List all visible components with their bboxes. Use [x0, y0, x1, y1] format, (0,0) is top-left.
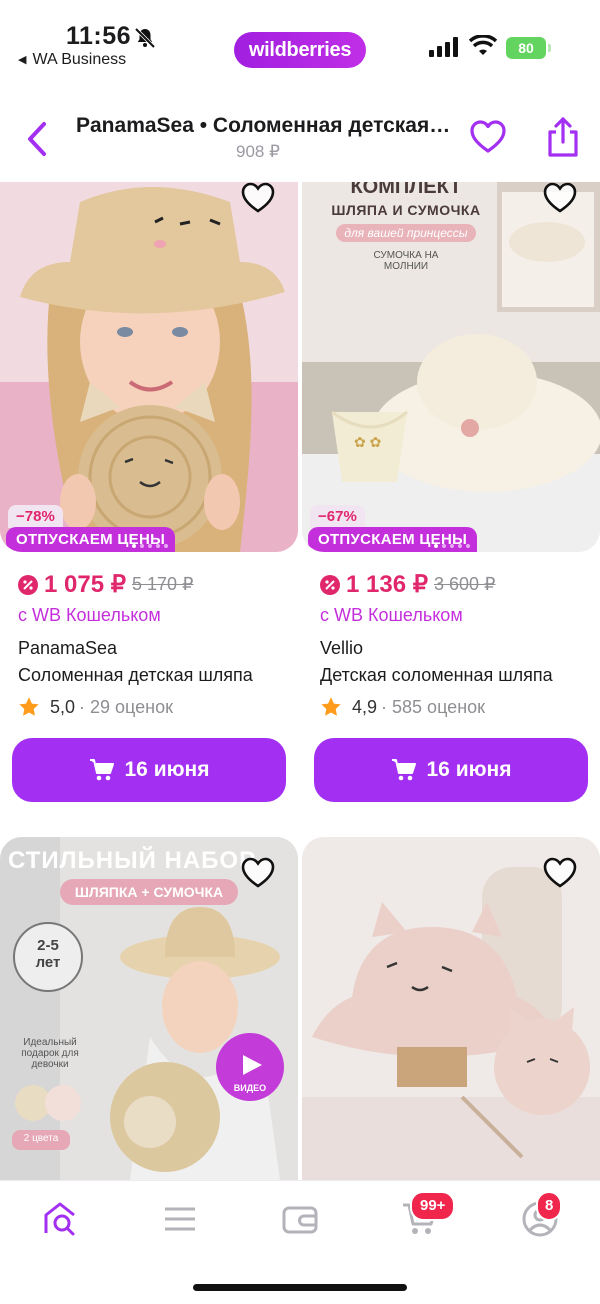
battery-indicator: 80 [506, 37, 551, 59]
delivery-date: 16 июня [124, 758, 210, 781]
product-photo[interactable]: ✿ ✿ КОМПЛЕКТ ШЛЯПА И СУМОЧКА для вашей п… [302, 182, 600, 552]
product-photo[interactable]: СТИЛЬНЫЙ НАБОР ШЛЯПКА + СУМОЧКА 2-5 лет … [0, 837, 298, 1180]
price-row: 1 075 ₽ 5 170 ₽ [18, 570, 298, 599]
photo-text-line1: ШЛЯПА И СУМОЧКА [331, 202, 481, 218]
star-icon [321, 697, 341, 716]
age-badge: 2-5 лет [14, 937, 82, 971]
rating-row: 5,0 · 29 оценок [18, 696, 298, 718]
svg-text:✿ ✿: ✿ ✿ [354, 434, 381, 450]
rating-row: 4,9 · 585 оценок [320, 696, 600, 718]
rating-value: 4,9 [352, 696, 378, 717]
product-card[interactable] [302, 837, 600, 1180]
status-time: 11:56 [66, 22, 132, 50]
cart-badge: 99+ [410, 1191, 456, 1221]
age-unit: лет [35, 954, 61, 971]
product-photo[interactable] [302, 837, 600, 1180]
photo-text-line2: для вашей принцессы [336, 224, 476, 242]
photo-text-tag: СУМОЧКА НА МОЛНИИ [373, 250, 439, 272]
old-price: 5 170 ₽ [132, 574, 194, 594]
status-bar: 11:56 ◀ WA Business wildberries 80 [0, 0, 600, 96]
heart-icon[interactable] [542, 855, 578, 891]
product-brand: Vellio [320, 638, 364, 658]
bell-muted-icon [134, 27, 156, 49]
price-row: 1 136 ₽ 3 600 ₽ [320, 570, 600, 599]
old-price: 3 600 ₽ [434, 574, 496, 594]
product-grid: −78% ОТПУСКАЕМ ЦЕНЫ 1 075 ₽ 5 170 ₽ с WB… [0, 182, 600, 1180]
heart-icon[interactable] [240, 855, 276, 891]
video-label: ВИДЕО [233, 1083, 267, 1093]
product-photo[interactable]: −78% ОТПУСКАЕМ ЦЕНЫ [0, 182, 298, 552]
menu-icon[interactable] [160, 1199, 200, 1239]
promo-badge: ОТПУСКАЕМ ЦЕНЫ [308, 527, 478, 552]
header-price: 908 ₽ [236, 142, 280, 161]
gift-note: Идеальный подарок для девочки [21, 1037, 79, 1070]
wildberries-logo: wildberries [234, 32, 366, 68]
share-icon[interactable] [544, 116, 582, 158]
product-name: Соломенная детская шляпа [18, 665, 253, 685]
wb-wallet-discount-icon [18, 574, 38, 595]
signal-icon [429, 37, 458, 57]
photo-text-top: КОМПЛЕКТ [350, 182, 462, 198]
cart-icon [391, 759, 416, 781]
product-card[interactable]: СТИЛЬНЫЙ НАБОР ШЛЯПКА + СУМОЧКА 2-5 лет … [0, 837, 298, 1180]
wb-wallet-discount-icon [320, 574, 340, 595]
wallet-icon[interactable] [280, 1199, 320, 1239]
back-to-app-link[interactable]: ◀ WA Business [18, 51, 126, 69]
product-price: 1 075 ₽ [44, 571, 126, 598]
rating-value: 5,0 [50, 696, 76, 717]
photo-subtitle: ШЛЯПКА + СУМОЧКА [74, 884, 224, 900]
photo-pagination [132, 544, 168, 548]
home-indicator[interactable] [193, 1284, 407, 1291]
heart-icon[interactable] [542, 182, 578, 216]
age-range: 2-5 [37, 937, 59, 954]
colors-label: 2 цвета [23, 1133, 59, 1144]
heart-outline-icon[interactable] [469, 118, 507, 156]
add-to-cart-button[interactable]: 16 июня [314, 738, 588, 802]
discount-badge: −78% [8, 505, 63, 528]
home-search-icon[interactable] [40, 1199, 80, 1239]
wifi-icon [469, 35, 497, 55]
discount-badge: −67% [310, 505, 365, 528]
delivery-date: 16 июня [426, 758, 512, 781]
product-price: 1 136 ₽ [346, 571, 428, 598]
product-header: PanamaSea • Соломенная детская шляпа 908… [0, 100, 600, 178]
wallet-note: с WB Кошельком [320, 605, 463, 625]
star-icon [19, 697, 39, 716]
profile-badge: 8 [536, 1191, 563, 1221]
cart-icon [89, 759, 114, 781]
product-image [0, 182, 298, 552]
heart-icon[interactable] [240, 182, 276, 216]
photo-pagination [434, 544, 470, 548]
promo-badge: ОТПУСКАЕМ ЦЕНЫ [6, 527, 176, 552]
chevron-left-icon[interactable] [22, 120, 54, 158]
page-title: PanamaSea • Соломенная детская шляпа [76, 114, 456, 137]
back-app-label: WA Business [32, 51, 127, 68]
wallet-note: с WB Кошельком [18, 605, 161, 625]
product-card[interactable]: −78% ОТПУСКАЕМ ЦЕНЫ 1 075 ₽ 5 170 ₽ с WB… [0, 182, 298, 802]
product-brand: PanamaSea [18, 638, 118, 658]
review-count: · 29 оценок [79, 696, 174, 717]
photo-title: СТИЛЬНЫЙ НАБОР [8, 847, 257, 874]
add-to-cart-button[interactable]: 16 июня [12, 738, 286, 802]
battery-level: 80 [518, 40, 534, 56]
product-name: Детская соломенная шляпа [320, 665, 553, 685]
review-count: · 585 оценок [381, 696, 486, 717]
product-card[interactable]: ✿ ✿ КОМПЛЕКТ ШЛЯПА И СУМОЧКА для вашей п… [302, 182, 600, 802]
